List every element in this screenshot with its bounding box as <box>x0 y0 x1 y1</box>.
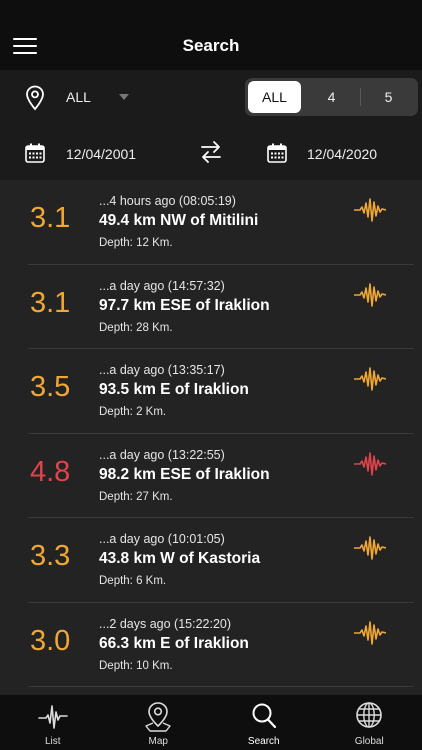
date-to[interactable]: 12/04/2020 <box>307 146 377 162</box>
quake-location: 98.2 km ESE of Iraklion <box>99 465 270 483</box>
magnitude-value: 3.0 <box>30 624 71 657</box>
seismic-wave-icon <box>354 367 386 391</box>
quake-time: ...2 days ago (15:22:20) <box>99 616 232 631</box>
earthquake-row[interactable]: 3.1 ...a day ago (14:57:32) 97.7 km ESE … <box>0 265 422 349</box>
date-from[interactable]: 12/04/2001 <box>66 146 136 162</box>
quake-depth: Depth: 10 Km. <box>99 659 173 672</box>
swap-arrows-icon[interactable] <box>199 139 223 165</box>
magnitude-value: 3.5 <box>30 371 71 403</box>
globe-icon <box>356 702 383 728</box>
tab-list[interactable]: List <box>0 695 106 750</box>
seismic-wave-icon <box>354 198 386 222</box>
magnitude-option-4[interactable]: 4 <box>305 81 358 113</box>
seismograph-icon <box>37 705 68 729</box>
segment-divider <box>360 88 361 106</box>
earthquake-row[interactable]: 4.8 ...a day ago (13:22:55) 98.2 km ESE … <box>0 434 422 518</box>
tab-search[interactable]: Search <box>211 695 317 750</box>
tab-label: Global <box>354 736 384 747</box>
tab-global[interactable]: Global <box>317 695 422 750</box>
tab-bar: List Map Search Global <box>0 695 422 750</box>
quake-depth: Depth: 27 Km. <box>99 490 173 503</box>
quake-time: ...a day ago (13:22:55) <box>99 447 225 462</box>
magnitude-value: 3.3 <box>30 540 71 572</box>
quake-depth: Depth: 2 Km. <box>99 406 167 418</box>
quake-depth: Depth: 28 Km. <box>99 321 173 334</box>
quake-time: ...a day ago (10:01:05) <box>99 532 225 546</box>
earthquake-row[interactable]: 3.5 ...a day ago (13:35:17) 93.5 km E of… <box>0 349 422 434</box>
region-dropdown[interactable]: ALL <box>58 80 138 114</box>
quake-location: 93.5 km E of Iraklion <box>99 381 249 398</box>
magnitude-option-all[interactable]: ALL <box>248 81 301 113</box>
seismic-wave-icon <box>354 536 386 560</box>
magnitude-segmented-control: ALL 4 5 <box>245 78 418 116</box>
tab-label: Search <box>247 736 280 747</box>
location-pin-icon <box>26 85 44 111</box>
map-pin-icon <box>145 702 171 732</box>
tab-label: List <box>44 736 61 747</box>
earthquake-row[interactable]: 3.3 ...a day ago (10:01:05) 43.8 km W of… <box>0 518 422 603</box>
tab-label: Map <box>148 736 168 747</box>
quake-location: 66.3 km E of Iraklion <box>99 634 249 652</box>
magnitude-value: 3.1 <box>30 202 71 234</box>
quake-time: ...a day ago (14:57:32) <box>99 278 225 293</box>
seismic-wave-icon <box>354 282 386 307</box>
quake-depth: Depth: 12 Km. <box>99 237 173 249</box>
filter-bar: ALL ALL 4 5 12/04/2001 12/04/2020 <box>0 70 422 180</box>
seismic-wave-icon <box>354 620 386 645</box>
search-icon <box>252 703 276 729</box>
earthquake-list: 3.1 ...4 hours ago (08:05:19) 49.4 km NW… <box>0 180 422 695</box>
tab-map[interactable]: Map <box>106 695 212 750</box>
quake-location: 97.7 km ESE of Iraklion <box>99 296 270 314</box>
magnitude-value: 4.8 <box>30 455 71 488</box>
quake-time: ...4 hours ago (08:05:19) <box>99 194 236 208</box>
page-title: Search <box>182 36 240 55</box>
quake-location: 49.4 km NW of Mitilini <box>99 212 259 229</box>
row-divider <box>28 686 414 687</box>
magnitude-option-5[interactable]: 5 <box>362 81 415 113</box>
header: Search <box>0 0 422 70</box>
quake-location: 43.8 km W of Kastoria <box>99 550 261 567</box>
region-value: ALL <box>66 89 91 105</box>
calendar-icon[interactable] <box>267 143 287 163</box>
earthquake-row[interactable]: 3.0 ...2 days ago (15:22:20) 66.3 km E o… <box>0 603 422 687</box>
quake-time: ...a day ago (13:35:17) <box>99 363 225 377</box>
earthquake-row[interactable]: 3.1 ...4 hours ago (08:05:19) 49.4 km NW… <box>0 180 422 265</box>
quake-depth: Depth: 6 Km. <box>99 575 167 587</box>
chevron-down-icon <box>119 94 129 100</box>
magnitude-value: 3.1 <box>30 286 71 319</box>
seismic-wave-icon <box>354 451 386 476</box>
calendar-icon[interactable] <box>25 143 45 163</box>
